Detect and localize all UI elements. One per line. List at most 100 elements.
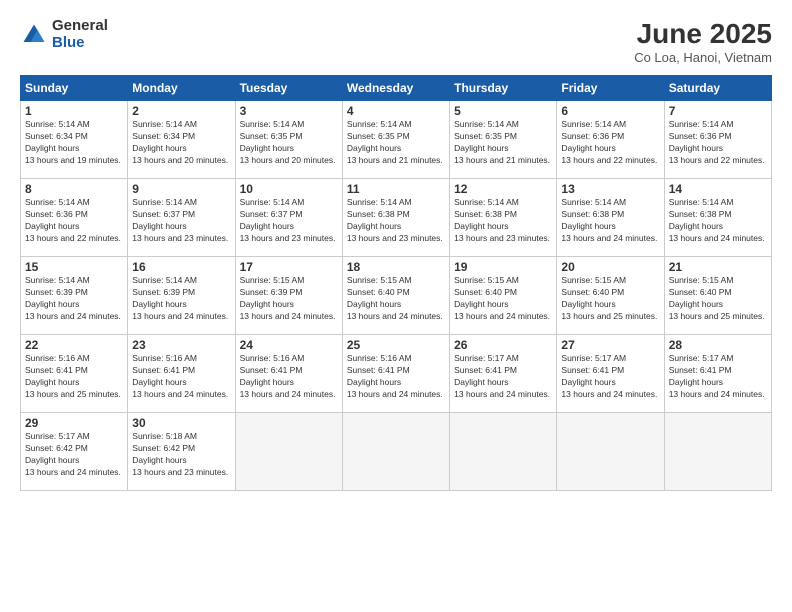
- logo-icon: [20, 21, 48, 49]
- calendar-cell: 19Sunrise: 5:15 AMSunset: 6:40 PMDayligh…: [450, 257, 557, 335]
- day-number: 24: [240, 338, 338, 352]
- day-number: 9: [132, 182, 230, 196]
- calendar-cell: [235, 413, 342, 491]
- day-info: Sunrise: 5:16 AMSunset: 6:41 PMDaylight …: [132, 353, 230, 401]
- logo-blue: Blue: [52, 35, 108, 52]
- day-info: Sunrise: 5:16 AMSunset: 6:41 PMDaylight …: [240, 353, 338, 401]
- calendar-cell: 6Sunrise: 5:14 AMSunset: 6:36 PMDaylight…: [557, 101, 664, 179]
- day-info: Sunrise: 5:18 AMSunset: 6:42 PMDaylight …: [132, 431, 230, 479]
- day-info: Sunrise: 5:16 AMSunset: 6:41 PMDaylight …: [25, 353, 123, 401]
- col-header-saturday: Saturday: [664, 76, 771, 101]
- header: General Blue June 2025 Co Loa, Hanoi, Vi…: [20, 18, 772, 65]
- col-header-sunday: Sunday: [21, 76, 128, 101]
- calendar-cell: 8Sunrise: 5:14 AMSunset: 6:36 PMDaylight…: [21, 179, 128, 257]
- day-info: Sunrise: 5:15 AMSunset: 6:40 PMDaylight …: [669, 275, 767, 323]
- day-info: Sunrise: 5:14 AMSunset: 6:38 PMDaylight …: [454, 197, 552, 245]
- calendar-cell: 5Sunrise: 5:14 AMSunset: 6:35 PMDaylight…: [450, 101, 557, 179]
- calendar-cell: 27Sunrise: 5:17 AMSunset: 6:41 PMDayligh…: [557, 335, 664, 413]
- calendar-cell: [450, 413, 557, 491]
- calendar-cell: 26Sunrise: 5:17 AMSunset: 6:41 PMDayligh…: [450, 335, 557, 413]
- calendar-cell: 25Sunrise: 5:16 AMSunset: 6:41 PMDayligh…: [342, 335, 449, 413]
- day-info: Sunrise: 5:14 AMSunset: 6:37 PMDaylight …: [132, 197, 230, 245]
- col-header-wednesday: Wednesday: [342, 76, 449, 101]
- day-info: Sunrise: 5:14 AMSunset: 6:38 PMDaylight …: [561, 197, 659, 245]
- calendar-cell: 24Sunrise: 5:16 AMSunset: 6:41 PMDayligh…: [235, 335, 342, 413]
- day-number: 21: [669, 260, 767, 274]
- calendar-cell: 21Sunrise: 5:15 AMSunset: 6:40 PMDayligh…: [664, 257, 771, 335]
- day-info: Sunrise: 5:14 AMSunset: 6:39 PMDaylight …: [132, 275, 230, 323]
- day-number: 17: [240, 260, 338, 274]
- header-row: SundayMondayTuesdayWednesdayThursdayFrid…: [21, 76, 772, 101]
- day-info: Sunrise: 5:14 AMSunset: 6:34 PMDaylight …: [25, 119, 123, 167]
- day-number: 20: [561, 260, 659, 274]
- day-info: Sunrise: 5:15 AMSunset: 6:39 PMDaylight …: [240, 275, 338, 323]
- week-row-3: 15Sunrise: 5:14 AMSunset: 6:39 PMDayligh…: [21, 257, 772, 335]
- calendar-cell: 20Sunrise: 5:15 AMSunset: 6:40 PMDayligh…: [557, 257, 664, 335]
- calendar-cell: 30Sunrise: 5:18 AMSunset: 6:42 PMDayligh…: [128, 413, 235, 491]
- calendar-subtitle: Co Loa, Hanoi, Vietnam: [634, 50, 772, 65]
- day-number: 29: [25, 416, 123, 430]
- calendar-cell: 22Sunrise: 5:16 AMSunset: 6:41 PMDayligh…: [21, 335, 128, 413]
- day-number: 19: [454, 260, 552, 274]
- day-info: Sunrise: 5:14 AMSunset: 6:36 PMDaylight …: [669, 119, 767, 167]
- calendar-cell: 18Sunrise: 5:15 AMSunset: 6:40 PMDayligh…: [342, 257, 449, 335]
- day-number: 4: [347, 104, 445, 118]
- title-block: June 2025 Co Loa, Hanoi, Vietnam: [634, 18, 772, 65]
- calendar-cell: 13Sunrise: 5:14 AMSunset: 6:38 PMDayligh…: [557, 179, 664, 257]
- day-number: 15: [25, 260, 123, 274]
- day-info: Sunrise: 5:17 AMSunset: 6:41 PMDaylight …: [669, 353, 767, 401]
- week-row-5: 29Sunrise: 5:17 AMSunset: 6:42 PMDayligh…: [21, 413, 772, 491]
- day-number: 28: [669, 338, 767, 352]
- calendar-cell: [342, 413, 449, 491]
- day-info: Sunrise: 5:14 AMSunset: 6:34 PMDaylight …: [132, 119, 230, 167]
- day-info: Sunrise: 5:14 AMSunset: 6:37 PMDaylight …: [240, 197, 338, 245]
- day-number: 16: [132, 260, 230, 274]
- day-number: 23: [132, 338, 230, 352]
- week-row-2: 8Sunrise: 5:14 AMSunset: 6:36 PMDaylight…: [21, 179, 772, 257]
- day-number: 12: [454, 182, 552, 196]
- logo-text: General Blue: [52, 18, 108, 51]
- col-header-friday: Friday: [557, 76, 664, 101]
- day-number: 30: [132, 416, 230, 430]
- week-row-4: 22Sunrise: 5:16 AMSunset: 6:41 PMDayligh…: [21, 335, 772, 413]
- calendar-cell: 4Sunrise: 5:14 AMSunset: 6:35 PMDaylight…: [342, 101, 449, 179]
- day-info: Sunrise: 5:14 AMSunset: 6:36 PMDaylight …: [25, 197, 123, 245]
- logo-general: General: [52, 18, 108, 35]
- day-number: 26: [454, 338, 552, 352]
- day-number: 6: [561, 104, 659, 118]
- calendar-cell: [557, 413, 664, 491]
- day-info: Sunrise: 5:15 AMSunset: 6:40 PMDaylight …: [561, 275, 659, 323]
- day-number: 3: [240, 104, 338, 118]
- day-info: Sunrise: 5:17 AMSunset: 6:41 PMDaylight …: [454, 353, 552, 401]
- calendar-cell: 17Sunrise: 5:15 AMSunset: 6:39 PMDayligh…: [235, 257, 342, 335]
- day-number: 1: [25, 104, 123, 118]
- calendar-table: SundayMondayTuesdayWednesdayThursdayFrid…: [20, 75, 772, 491]
- calendar-cell: 15Sunrise: 5:14 AMSunset: 6:39 PMDayligh…: [21, 257, 128, 335]
- day-info: Sunrise: 5:14 AMSunset: 6:38 PMDaylight …: [669, 197, 767, 245]
- col-header-tuesday: Tuesday: [235, 76, 342, 101]
- day-info: Sunrise: 5:14 AMSunset: 6:35 PMDaylight …: [240, 119, 338, 167]
- calendar-cell: 28Sunrise: 5:17 AMSunset: 6:41 PMDayligh…: [664, 335, 771, 413]
- day-info: Sunrise: 5:16 AMSunset: 6:41 PMDaylight …: [347, 353, 445, 401]
- day-info: Sunrise: 5:14 AMSunset: 6:36 PMDaylight …: [561, 119, 659, 167]
- day-number: 10: [240, 182, 338, 196]
- calendar-cell: 23Sunrise: 5:16 AMSunset: 6:41 PMDayligh…: [128, 335, 235, 413]
- week-row-1: 1Sunrise: 5:14 AMSunset: 6:34 PMDaylight…: [21, 101, 772, 179]
- calendar-cell: 16Sunrise: 5:14 AMSunset: 6:39 PMDayligh…: [128, 257, 235, 335]
- logo: General Blue: [20, 18, 108, 51]
- day-number: 2: [132, 104, 230, 118]
- calendar-cell: 29Sunrise: 5:17 AMSunset: 6:42 PMDayligh…: [21, 413, 128, 491]
- day-number: 8: [25, 182, 123, 196]
- day-info: Sunrise: 5:14 AMSunset: 6:39 PMDaylight …: [25, 275, 123, 323]
- page: General Blue June 2025 Co Loa, Hanoi, Vi…: [0, 0, 792, 612]
- day-number: 25: [347, 338, 445, 352]
- day-number: 22: [25, 338, 123, 352]
- calendar-cell: 12Sunrise: 5:14 AMSunset: 6:38 PMDayligh…: [450, 179, 557, 257]
- day-info: Sunrise: 5:17 AMSunset: 6:41 PMDaylight …: [561, 353, 659, 401]
- day-info: Sunrise: 5:14 AMSunset: 6:35 PMDaylight …: [454, 119, 552, 167]
- day-info: Sunrise: 5:15 AMSunset: 6:40 PMDaylight …: [454, 275, 552, 323]
- day-number: 14: [669, 182, 767, 196]
- day-number: 27: [561, 338, 659, 352]
- calendar-cell: 9Sunrise: 5:14 AMSunset: 6:37 PMDaylight…: [128, 179, 235, 257]
- calendar-cell: 2Sunrise: 5:14 AMSunset: 6:34 PMDaylight…: [128, 101, 235, 179]
